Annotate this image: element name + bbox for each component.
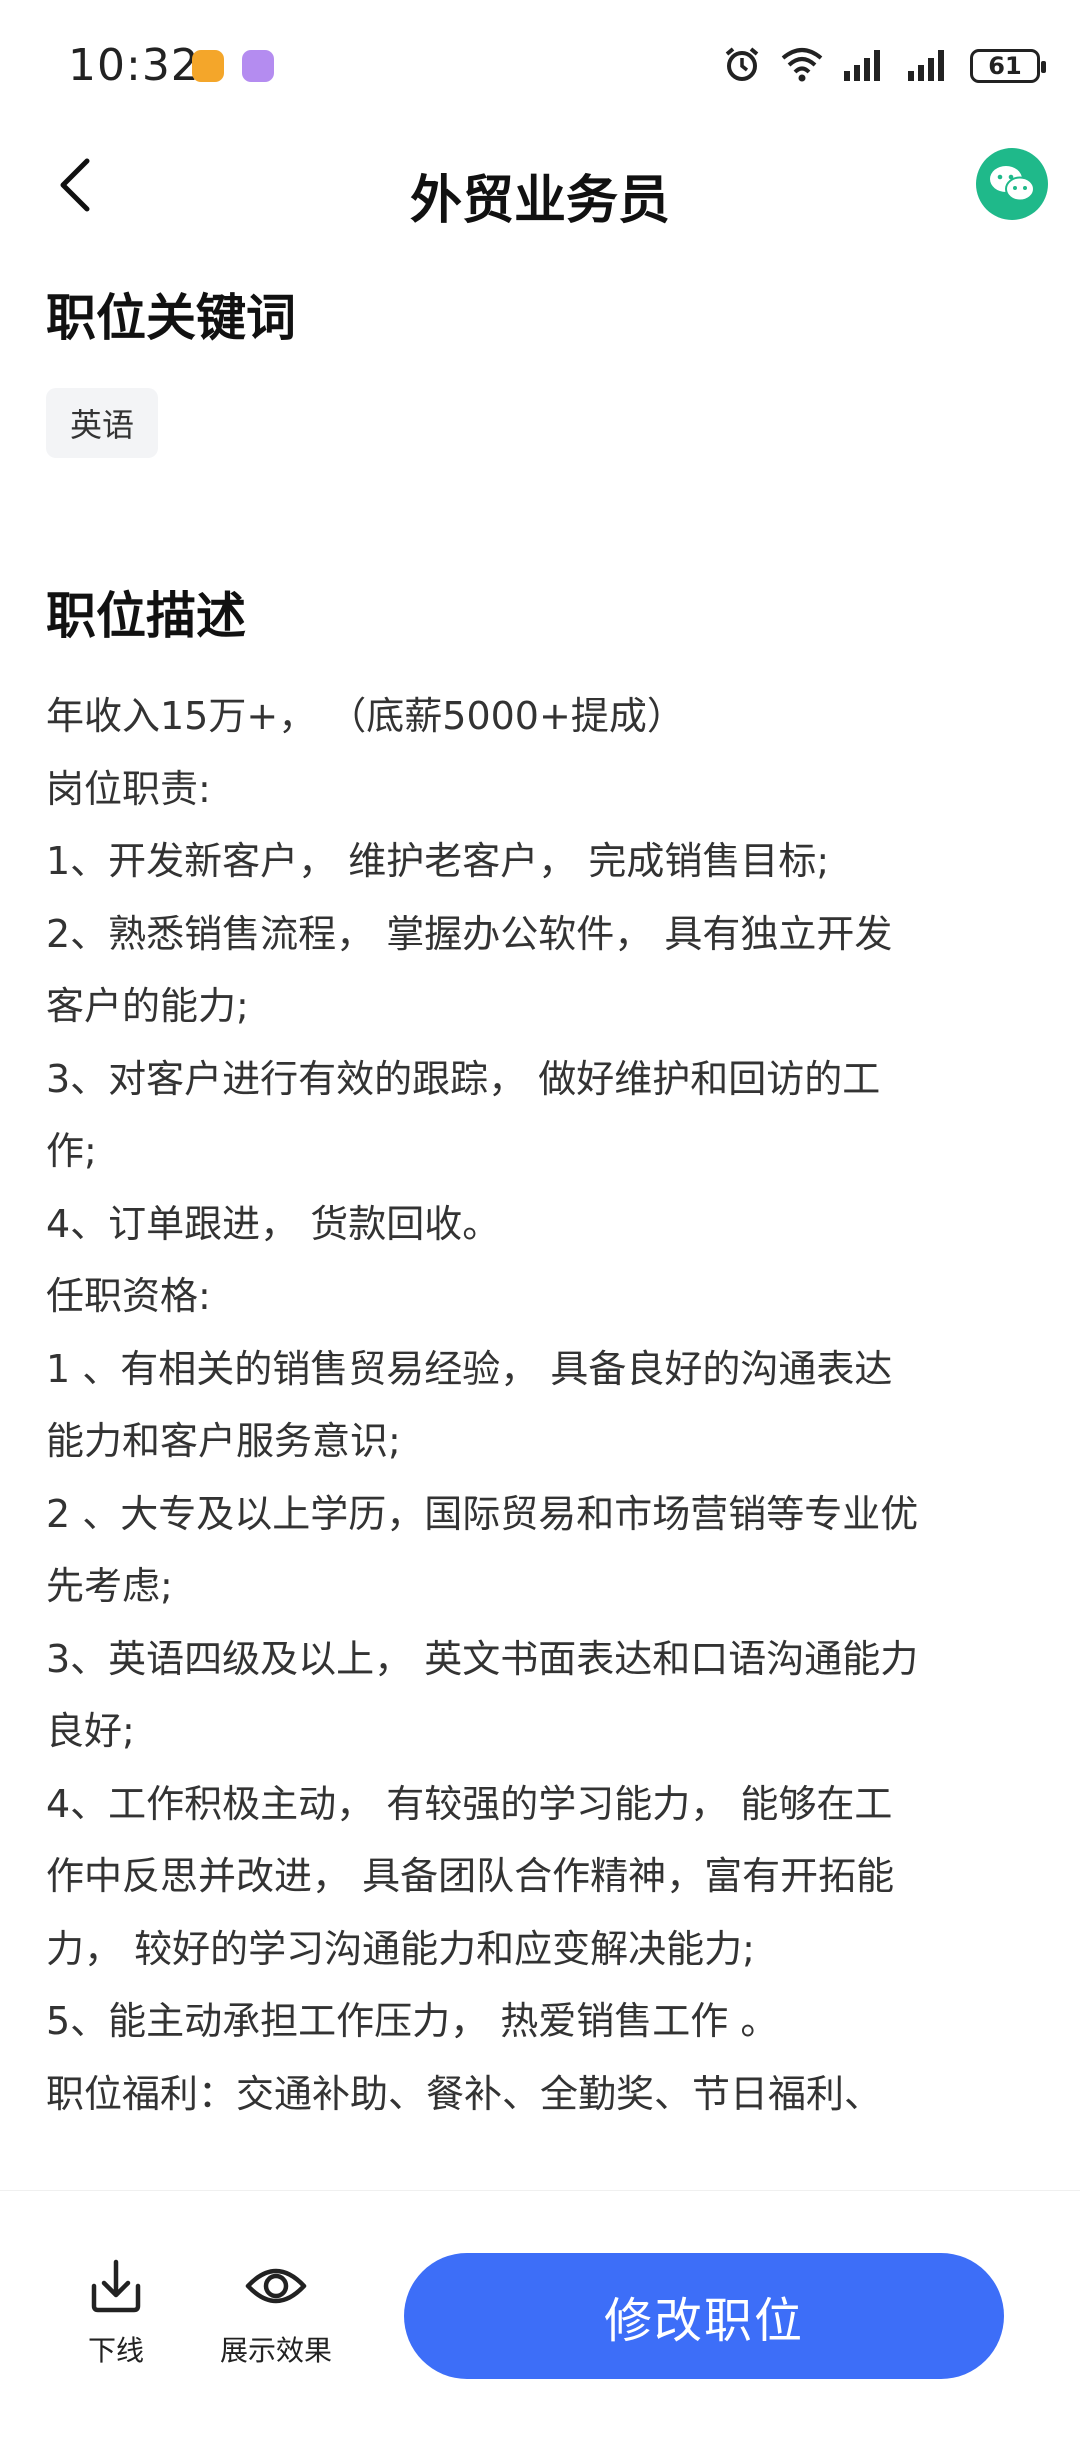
offline-button[interactable]: 下线: [36, 2251, 196, 2369]
description-line: 3、英语四级及以上， 英文书面表达和口语沟通能力: [46, 1636, 919, 1681]
description-line: 4、订单跟进， 货款回收。: [46, 1201, 501, 1246]
wechat-icon: [990, 166, 1035, 202]
description-line: 年收入15万+， （底薪5000+提成）: [46, 694, 685, 738]
description-line: 能力和客户服务意识;: [46, 1419, 401, 1463]
wifi-icon: [780, 46, 824, 86]
eye-icon: [245, 2268, 307, 2304]
description-line: 良好;: [46, 1709, 135, 1753]
job-description-body: 年收入15万+， （底薪5000+提成） 岗位职责: 1、开发新客户， 维护老客…: [46, 680, 1046, 2130]
description-line: 作;: [46, 1129, 97, 1173]
signal-icon: [842, 47, 888, 85]
description-line: 先考虑;: [46, 1564, 173, 1608]
download-icon: [91, 2259, 141, 2313]
status-time: 10:32: [68, 40, 200, 91]
description-line: 2、熟悉销售流程， 掌握办公软件， 具有独立开发: [46, 911, 893, 956]
description-line: 岗位职责:: [46, 766, 211, 811]
notification-app-icon: [192, 50, 224, 82]
description-line: 职位福利：交通补助、餐补、全勤奖、节日福利、: [46, 2071, 883, 2116]
keywords-section-title: 职位关键词: [46, 289, 296, 347]
description-line: 2 、大专及以上学历，国际贸易和市场营销等专业优: [46, 1491, 919, 1536]
page-title: 外贸业务员: [409, 171, 670, 231]
top-navigation-bar: 外贸业务员: [0, 130, 1080, 240]
description-section-title: 职位描述: [46, 587, 246, 645]
alarm-icon: [722, 44, 762, 88]
description-line: 1、开发新客户， 维护老客户， 完成销售目标;: [46, 839, 830, 883]
preview-button[interactable]: 展示效果: [196, 2251, 356, 2369]
notification-app-icon-2: [242, 50, 274, 82]
description-line: 力， 较好的学习沟通能力和应变解决能力;: [46, 1926, 755, 1971]
status-icons: 61: [722, 44, 1046, 88]
battery-icon: 61: [970, 49, 1046, 83]
description-line: 客户的能力;: [46, 984, 249, 1028]
keyword-tag: 英语: [46, 388, 159, 458]
edit-position-button[interactable]: 修改职位: [404, 2253, 1004, 2379]
wechat-share-button[interactable]: [976, 148, 1048, 220]
description-line: 1 、有相关的销售贸易经验， 具备良好的沟通表达: [46, 1346, 893, 1391]
description-line: 5、能主动承担工作压力， 热爱销售工作 。: [46, 1999, 779, 2043]
preview-label: 展示效果: [219, 2334, 332, 2367]
description-line: 作中反思并改进， 具备团队合作精神，富有开拓能: [46, 1854, 895, 1898]
offline-label: 下线: [87, 2334, 144, 2367]
signal-icon-2: [906, 47, 952, 85]
bottom-action-bar: 下线 展示效果 修改职位: [0, 2190, 1080, 2439]
description-line: 4、工作积极主动， 有较强的学习能力， 能够在工: [46, 1781, 893, 1826]
description-line: 任职资格:: [46, 1274, 211, 1318]
description-line: 3、对客户进行有效的跟踪， 做好维护和回访的工: [46, 1056, 881, 1101]
status-bar: 10:32 61: [0, 0, 1080, 130]
